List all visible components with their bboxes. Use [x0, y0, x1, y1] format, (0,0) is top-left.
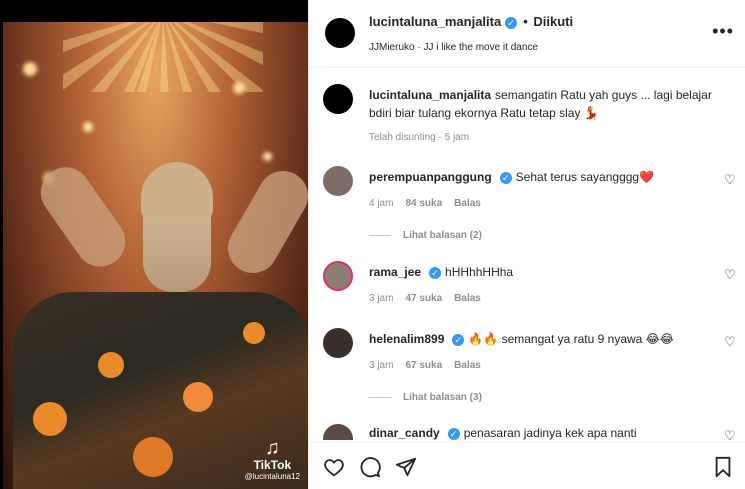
comment-text-block: helenalim899 ✓ 🔥🔥 semangat ya ratu 9 nyawa… [369, 330, 714, 348]
comment-text: Sehat terus sayangggg❤️ [515, 170, 655, 184]
comment-username[interactable]: perempuanpanggung [369, 170, 492, 184]
comment-reply-button[interactable]: Balas [454, 293, 481, 304]
commenter-avatar[interactable] [323, 328, 353, 358]
head-cap [141, 162, 213, 220]
comment-like-heart-icon[interactable]: ♡ [724, 429, 736, 440]
comment-like-heart-icon[interactable]: ♡ [724, 173, 736, 186]
separator-dot: • [523, 14, 528, 29]
comment-time: 3 jam [369, 293, 394, 304]
verified-badge-icon: ✓ [505, 16, 518, 29]
audio-attribution[interactable]: JJMieruko · JJ i like the move it dance [369, 42, 538, 53]
light-spot [23, 62, 37, 76]
author-username[interactable]: lucintaluna_manjalita [369, 14, 501, 29]
caption-edited-meta: Telah disunting · 5 jam [369, 132, 481, 143]
comment-likes[interactable]: 67 suka [405, 360, 442, 371]
video-frame[interactable] [3, 22, 308, 489]
post-action-bar [309, 441, 745, 489]
comment-likes[interactable]: 47 suka [405, 293, 442, 304]
dress-flower [243, 322, 265, 344]
caption-edited-time: Telah disunting · 5 jam [369, 132, 470, 143]
comment-item: dinar_candy ✓ penasaran jadinya kek apa na… [309, 422, 745, 440]
following-button[interactable]: Diikuti [533, 14, 573, 29]
raised-arm-right [218, 161, 308, 283]
light-rays [63, 22, 263, 92]
tiktok-wordmark: TikTok [253, 458, 292, 472]
tiktok-watermark: ♫ TikTok @lucintaluna12 [245, 438, 300, 481]
comment-likes[interactable]: 84 suka [405, 198, 442, 209]
comment-text-block: dinar_candy ✓ penasaran jadinya kek apa na… [369, 424, 714, 440]
comment-time: 4 jam [369, 198, 394, 209]
author-line: lucintaluna_manjalita ✓ • Diikuti [369, 14, 573, 29]
post-side-panel: lucintaluna_manjalita ✓ • Diikuti JJMieruk… [308, 0, 745, 489]
caption-text-block: lucintaluna_manjalita semangatin Ratu yah… [369, 86, 714, 122]
comment-icon[interactable] [359, 456, 381, 478]
instagram-post-modal: ♫ TikTok @lucintaluna12 lucintaluna_manj… [0, 0, 745, 489]
paper-plane-icon[interactable] [395, 456, 417, 478]
comment-text: 🔥🔥 semangat ya ratu 9 nyawa 😂😂 [468, 332, 674, 346]
comment-text-block: rama_jee ✓ hHHhhHHha [369, 263, 714, 281]
view-replies-button[interactable]: Lihat balasan (3) [369, 392, 482, 403]
comment-text-block: perempuanpanggung ✓ Sehat terus sayangggg❤… [369, 168, 714, 186]
tiktok-logo-icon: ♫ [264, 437, 280, 459]
comment-text: penasaran jadinya kek apa nanti [463, 426, 637, 440]
post-media[interactable]: ♫ TikTok @lucintaluna12 [0, 0, 308, 489]
comment-like-heart-icon[interactable]: ♡ [724, 268, 736, 281]
more-options-icon[interactable]: ••• [712, 22, 734, 40]
comment-username[interactable]: helenalim899 [369, 332, 444, 346]
light-spot [233, 82, 245, 94]
verified-badge-icon: ✓ [499, 171, 512, 184]
comment-username[interactable]: dinar_candy [369, 426, 440, 440]
light-spot [83, 122, 93, 132]
comment-text: hHHhhHHha [445, 265, 514, 279]
author-avatar[interactable] [325, 18, 355, 48]
tiktok-username: @lucintaluna12 [244, 472, 300, 481]
commenter-avatar[interactable] [323, 166, 353, 196]
verified-badge-icon: ✓ [429, 266, 442, 279]
commenter-avatar[interactable] [323, 261, 353, 291]
comment-time: 3 jam [369, 360, 394, 371]
comment-like-heart-icon[interactable]: ♡ [724, 335, 736, 348]
light-spot [263, 152, 272, 161]
comment-reply-button[interactable]: Balas [454, 360, 481, 371]
caption-author-avatar[interactable] [323, 84, 353, 114]
verified-badge-icon: ✓ [452, 333, 465, 346]
commenter-avatar[interactable] [323, 424, 353, 440]
dress-flower [183, 382, 213, 412]
caption-username[interactable]: lucintaluna_manjalita [369, 88, 491, 102]
raised-arm-left [30, 157, 136, 277]
heart-icon[interactable] [323, 456, 345, 478]
comment-username[interactable]: rama_jee [369, 265, 421, 279]
comment-meta: 4 jam 84 suka Balas [369, 198, 493, 209]
verified-badge-icon: ✓ [447, 427, 460, 440]
dress-flower [98, 352, 124, 378]
comment-meta: 3 jam 67 suka Balas [369, 360, 493, 371]
post-header: lucintaluna_manjalita ✓ • Diikuti JJMieruk… [309, 0, 745, 68]
dress-flower [33, 402, 67, 436]
bookmark-icon[interactable] [712, 456, 734, 478]
view-replies-button[interactable]: Lihat balasan (2) [369, 230, 482, 241]
comment-reply-button[interactable]: Balas [454, 198, 481, 209]
dress-flower [133, 437, 173, 477]
comment-meta: 3 jam 47 suka Balas [369, 293, 493, 304]
